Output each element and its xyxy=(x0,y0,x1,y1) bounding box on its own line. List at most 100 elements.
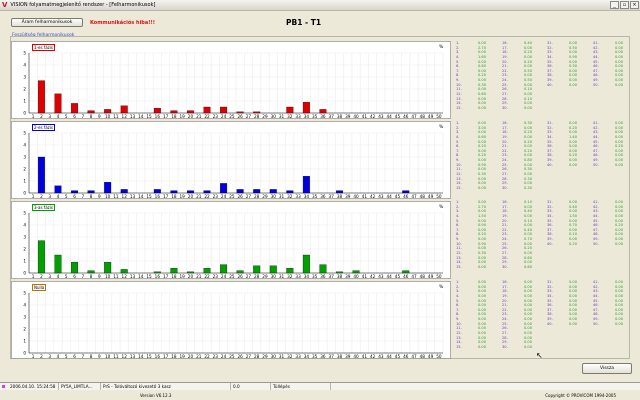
harmonic-number: 15. xyxy=(456,264,462,269)
y-tick-label: 1 xyxy=(23,339,26,344)
bar-harmonic-16 xyxy=(153,189,161,194)
harmonic-value: 0.30 xyxy=(524,121,533,125)
current-harmonics-button[interactable]: Áram felharmonikusok xyxy=(11,18,83,27)
minimize-button[interactable]: _ xyxy=(610,1,619,9)
close-button[interactable]: × xyxy=(630,1,639,9)
x-tick-label: 31 xyxy=(279,274,285,279)
bar-harmonic-24 xyxy=(220,264,228,274)
bar-harmonic-26 xyxy=(236,270,244,274)
x-tick-label: 34 xyxy=(304,114,310,119)
bar-harmonic-38 xyxy=(336,271,343,274)
client-area: Áram felharmonikusok Kommunikációs hiba!… xyxy=(0,11,640,381)
x-tick-label: 43 xyxy=(378,274,384,279)
phase-2-label: 2-es fázis xyxy=(32,124,55,131)
harmonic-value: 0.00 xyxy=(569,200,578,204)
x-tick-label: 8 xyxy=(90,114,93,119)
x-tick-label: 49 xyxy=(428,354,434,359)
harmonic-value-column: 0.40 0.00 0.20 0.00 0.20 0.00 0.50 0.00 0.50 0.00… xyxy=(524,41,532,111)
harmonic-value-column: 0.00 0.40 0.00 1.50 0.00 0.70 0.00 0.10 0.00 0.20 xyxy=(569,200,577,246)
x-tick-label: 38 xyxy=(337,194,343,199)
harmonic-number: 31. xyxy=(547,41,553,45)
harmonic-value: 0.00 xyxy=(615,134,624,139)
bar-harmonic-46 xyxy=(402,270,410,274)
x-tick-label: 7 xyxy=(81,114,84,119)
harmonic-value: 1.50 xyxy=(569,213,578,218)
x-tick-label: 10 xyxy=(105,194,111,199)
x-tick-label: 46 xyxy=(403,354,409,359)
x-tick-label: 25 xyxy=(229,194,235,199)
harmonic-value: 0.40 xyxy=(524,41,533,45)
y-tick-label: 2 xyxy=(23,327,26,332)
harmonic-number: 16. xyxy=(502,200,508,204)
x-tick-label: 1 xyxy=(32,274,35,279)
x-tick-label: 32 xyxy=(287,114,293,119)
x-tick-label: 47 xyxy=(411,194,417,199)
bar-harmonic-24 xyxy=(220,106,228,114)
x-tick-label: 28 xyxy=(254,354,260,359)
harmonic-number: 12. xyxy=(456,251,462,256)
x-tick-label: 41 xyxy=(362,114,368,119)
x-tick-label: 10 xyxy=(105,114,111,119)
harmonic-value: 0.00 xyxy=(524,213,533,218)
harmonic-value: 0.00 xyxy=(524,54,533,59)
x-tick-label: 40 xyxy=(353,354,359,359)
x-tick-label: 10 xyxy=(105,354,111,359)
harmonic-number: 16. xyxy=(502,41,508,45)
neutral-chart: 5 4 3 2 1 0 1 2 3 4 5 6 7 8 9 10 11 12 13 14 15 16 17 18 19 20 21 2… xyxy=(11,281,451,359)
x-tick-label: 39 xyxy=(345,194,351,199)
x-tick-label: 9 xyxy=(98,114,101,119)
harmonic-number-column: 31. 32. 33. 34. 35. 36. 37. 38. 39. 40. xyxy=(547,121,553,167)
x-tick-label: 31 xyxy=(279,354,285,359)
harmonic-number: 34. xyxy=(547,134,553,139)
bar-harmonic-46 xyxy=(402,190,410,194)
x-tick-label: 23 xyxy=(213,194,219,199)
x-tick-label: 48 xyxy=(420,274,426,279)
phase-2-chart: 5 4 3 2 1 0 1 2 3 4 5 6 7 8 9 10 11 12 13 14 15 16 17 18 19 20 21 2… xyxy=(11,121,451,199)
x-tick-label: 36 xyxy=(320,194,326,199)
harmonic-value: 0.10 xyxy=(524,200,533,204)
bar-harmonic-28 xyxy=(253,111,261,114)
x-tick-label: 47 xyxy=(411,274,417,279)
x-tick-label: 20 xyxy=(188,194,194,199)
bar-harmonic-6 xyxy=(71,262,79,274)
harmonic-number-column: 1. 2. 3. 4. 5. 6. 7. 8. 9. 10. 11. 12. 13. 14. 15. xyxy=(456,121,462,191)
harmonic-value: 0.90 xyxy=(569,54,578,59)
x-tick-label: 27 xyxy=(246,194,252,199)
bar-harmonic-36 xyxy=(319,109,327,114)
harmonic-value: 0.00 xyxy=(615,293,624,298)
harmonic-number: 31. xyxy=(547,280,553,284)
bar-harmonic-22 xyxy=(203,190,211,194)
harmonic-value: 0.00 xyxy=(524,251,533,256)
harmonic-number: 34. xyxy=(547,293,553,298)
x-tick-label: 20 xyxy=(188,354,194,359)
x-tick-label: 42 xyxy=(370,194,376,199)
harmonic-value-column: 0.00 0.20 0.00 1.40 0.00 0.00 0.00 0.20 0.00 0.00 xyxy=(569,121,577,167)
x-tick-label: 48 xyxy=(420,354,426,359)
x-tick-label: 6 xyxy=(73,354,76,359)
x-tick-label: 29 xyxy=(262,274,268,279)
harmonic-value-column: 0.00 0.00 0.00 0.00 0.00 0.20 0.00 0.00 0.00 0.00 xyxy=(615,121,623,167)
restore-button[interactable]: ▫ xyxy=(620,1,629,9)
back-button[interactable]: Vissza xyxy=(582,363,632,374)
communication-error-label: Kommunikációs hiba!!! xyxy=(90,20,156,26)
bar-harmonic-22 xyxy=(203,106,211,114)
x-tick-label: 42 xyxy=(370,354,376,359)
x-tick-label: 40 xyxy=(353,274,359,279)
x-tick-label: 29 xyxy=(262,354,268,359)
y-tick-label: 5 xyxy=(23,211,26,216)
x-tick-label: 50 xyxy=(436,114,442,119)
x-tick-label: 11 xyxy=(113,274,119,279)
copyright-label: Copyright © PROVICOM 1994-2005 xyxy=(545,393,616,398)
harmonic-number-column: 16. 17. 18. 19. 20. 21. 22. 23. 24. 25. 26. 27. 28. 2… xyxy=(502,41,508,111)
bar-harmonic-18 xyxy=(170,190,178,194)
x-tick-label: 39 xyxy=(345,354,351,359)
y-tick-label: 5 xyxy=(23,131,26,136)
status-datetime: 2006.04.10. 15:24:58 xyxy=(10,384,56,389)
harmonic-value: 0.00 xyxy=(524,105,533,110)
harmonic-value: 0.00 xyxy=(524,92,533,97)
x-tick-label: 31 xyxy=(279,194,285,199)
x-tick-label: 5 xyxy=(65,274,68,279)
x-tick-label: 6 xyxy=(73,274,76,279)
x-tick-label: 24 xyxy=(221,354,227,359)
harmonic-value-column: 0.00 0.00 0.00 0.00 0.00 0.00 0.00 0.00 0.00 0.00 xyxy=(615,41,623,87)
